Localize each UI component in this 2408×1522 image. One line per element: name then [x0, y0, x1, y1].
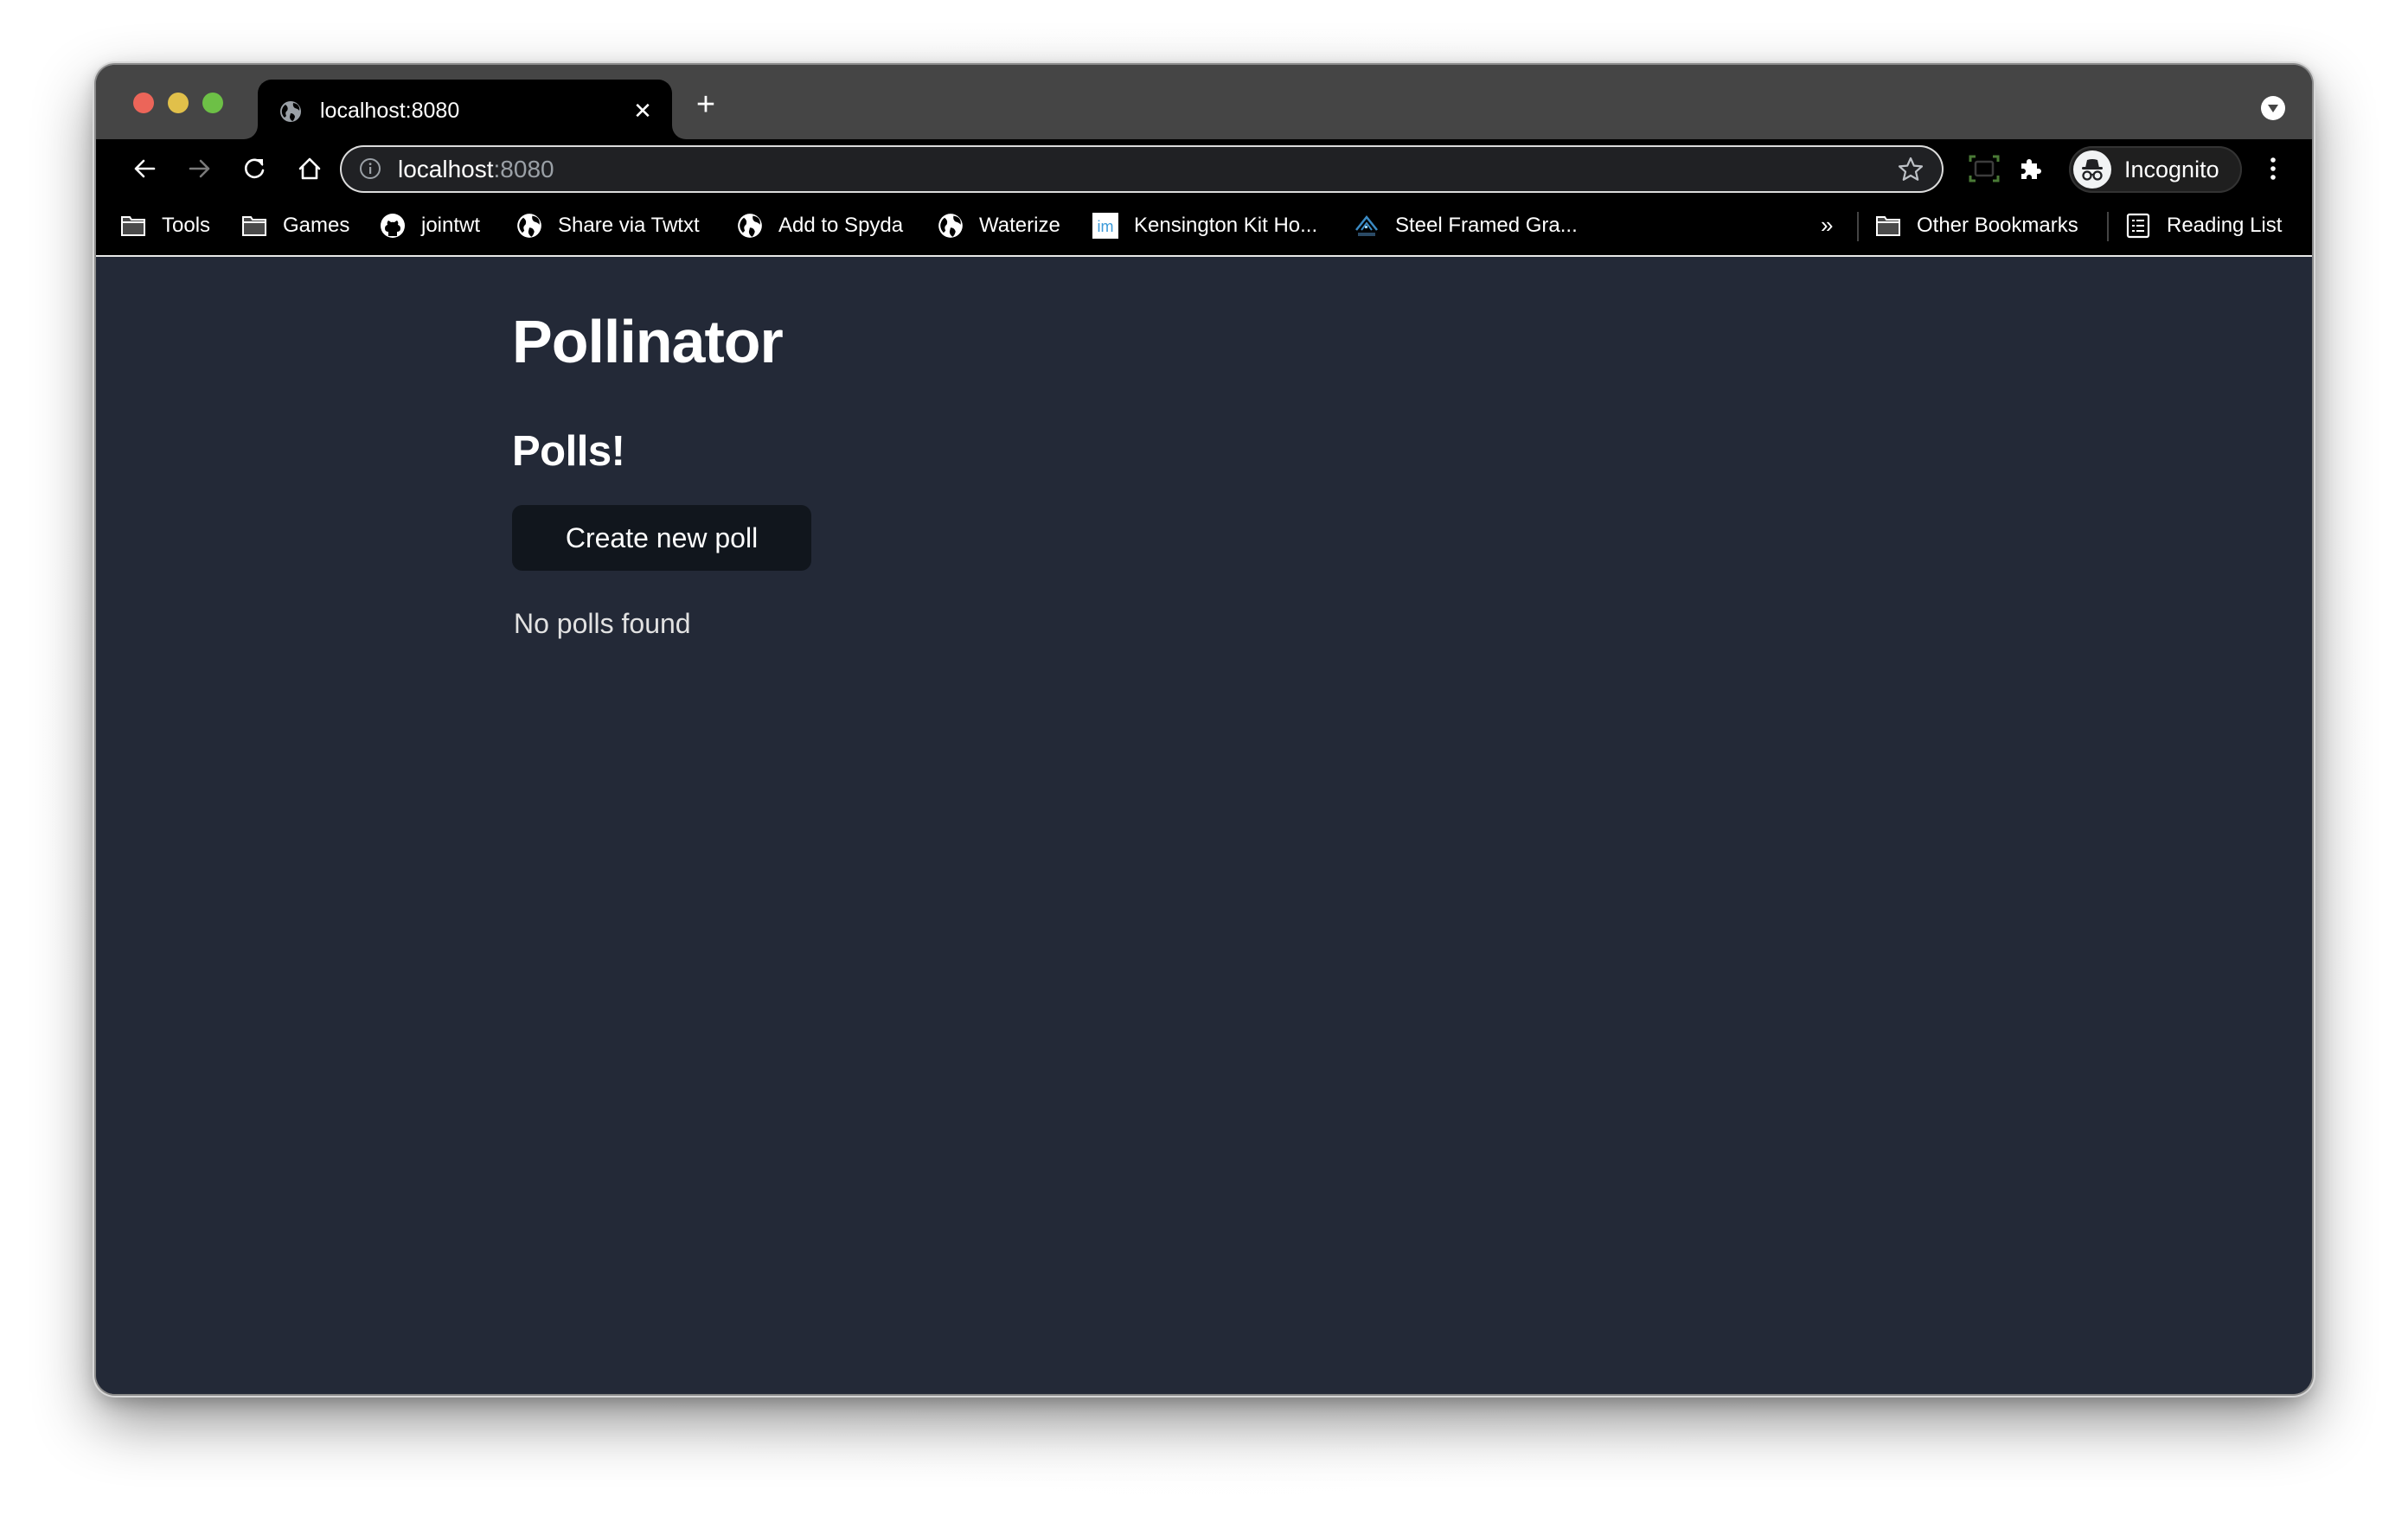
svg-text:im: im [1098, 218, 1114, 235]
globe-icon [938, 214, 963, 238]
address-url[interactable]: localhost:8080 [398, 155, 554, 184]
globe-icon [738, 214, 762, 238]
profile-button[interactable]: Incognito [2069, 146, 2242, 193]
reading-list-label: Reading List [2167, 214, 2283, 237]
bookmark-label: Games [283, 214, 350, 237]
bookmark-tools[interactable]: Tools [120, 212, 210, 240]
bookmark-label: Steel Framed Gra... [1395, 214, 1578, 237]
profile-label: Incognito [2124, 157, 2219, 182]
puzzle-icon [2021, 159, 2041, 179]
other-bookmarks[interactable]: Other Bookmarks [1875, 212, 2078, 240]
bookmark-add-to-spyda[interactable]: Add to Spyda [737, 212, 903, 240]
home-button[interactable] [292, 151, 327, 186]
screen-capture-icon [1969, 155, 2000, 182]
reading-list[interactable]: Reading List [2125, 212, 2282, 240]
plus-icon[interactable]: + [691, 88, 720, 121]
globe-icon [517, 214, 541, 238]
bookmark-label: Tools [162, 214, 211, 237]
bookmarks-divider [2107, 212, 2109, 241]
tab-title: localhost:8080 [320, 99, 460, 123]
browser-window: localhost:8080 ✕ + localhost:8080 Incogn… [96, 65, 2312, 1394]
github-icon [381, 214, 405, 238]
frame-steel-logo-icon [1355, 214, 1378, 236]
avatar [2073, 150, 2111, 189]
bookmark-label: jointwt [421, 214, 481, 237]
toolbar: localhost:8080 Incognito [96, 139, 2312, 200]
reload-icon [245, 158, 265, 179]
minimize-window-button[interactable] [168, 93, 189, 113]
arrow-left-icon [134, 159, 156, 178]
address-bar[interactable]: localhost:8080 [340, 145, 1944, 193]
bookmarks-divider [1857, 212, 1859, 241]
url-port: :8080 [493, 156, 554, 182]
folder-icon [1876, 216, 1900, 236]
back-button[interactable] [127, 151, 162, 186]
info-icon[interactable] [359, 157, 381, 180]
tab-localhost[interactable]: localhost:8080 ✕ [258, 80, 672, 139]
bookmark-kensington-kit-homes[interactable]: im Kensington Kit Ho... [1092, 212, 1317, 240]
bookmarks-overflow-button[interactable]: » [1821, 210, 1833, 240]
other-bookmarks-label: Other Bookmarks [1917, 214, 2078, 237]
bookmark-share-via-twtxt[interactable]: Share via Twtxt [516, 212, 700, 240]
section-title: Polls! [512, 428, 625, 475]
bookmark-steel-framed-granny-flats[interactable]: Steel Framed Gra... [1354, 212, 1578, 240]
globe-icon [280, 101, 301, 122]
bookmarks-bar: Tools Games jointwt Share via Twtxt Add … [96, 200, 2312, 257]
bookmark-games[interactable]: Games [241, 212, 349, 240]
bookmark-jointwt[interactable]: jointwt [380, 212, 480, 240]
bookmark-label: Add to Spyda [778, 214, 904, 237]
arrow-right-icon [189, 159, 210, 178]
browser-menu-button[interactable] [2256, 151, 2290, 186]
page-content: Pollinator Polls! Create new poll No pol… [96, 257, 2312, 1394]
tab-strip: localhost:8080 ✕ + [96, 65, 2312, 139]
im-logo-icon: im [1092, 213, 1118, 239]
forward-button[interactable] [183, 151, 217, 186]
extensions-button[interactable] [2013, 151, 2047, 186]
bookmark-label: Waterize [979, 214, 1060, 237]
close-icon[interactable]: ✕ [629, 97, 656, 125]
screen-capture-button[interactable] [1967, 151, 2001, 186]
bookmark-waterize[interactable]: Waterize [938, 212, 1060, 240]
reading-list-icon [2126, 213, 2150, 239]
folder-icon [242, 216, 266, 236]
page-title: Pollinator [512, 308, 784, 375]
close-window-button[interactable] [133, 93, 154, 113]
empty-state-message: No polls found [514, 608, 691, 639]
maximize-window-button[interactable] [202, 93, 223, 113]
url-host: localhost [398, 156, 494, 182]
incognito-icon [2082, 159, 2103, 181]
star-icon[interactable] [1897, 156, 1924, 183]
home-icon [298, 157, 321, 180]
tab-search-button[interactable] [2261, 96, 2285, 120]
reload-button[interactable] [237, 151, 272, 186]
bookmark-label: Share via Twtxt [558, 214, 700, 237]
create-new-poll-button[interactable]: Create new poll [512, 505, 811, 571]
bookmark-label: Kensington Kit Ho... [1134, 214, 1318, 237]
kebab-menu-icon [2270, 157, 2276, 180]
folder-icon [121, 216, 145, 236]
